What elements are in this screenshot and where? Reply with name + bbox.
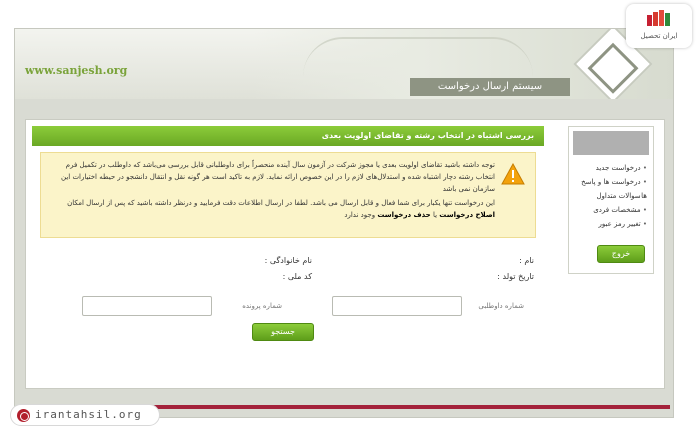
notice-line-1: توجه داشته باشید تقاضای اولویت بعدی یا م… xyxy=(61,161,495,193)
warning-icon xyxy=(501,163,525,185)
applicant-number-input[interactable] xyxy=(332,296,462,316)
sidebar-user-header xyxy=(573,131,649,155)
delete-request-bold: حذف درخواست xyxy=(377,211,431,219)
sidebar-menu: درخواست جدید درخواست ها و پاسخ ها سوالات… xyxy=(569,159,653,233)
system-title: سیستم ارسال درخواست xyxy=(410,78,570,96)
site-banner: www.sanjesh.org سیستم ارسال درخواست xyxy=(15,29,673,99)
birth-date-label: تاریخ تولد : xyxy=(497,272,534,281)
name-label: نام : xyxy=(519,256,534,265)
case-number-label: شماره پرونده xyxy=(242,302,282,310)
notice-line-2: این درخواست تنها یکبار برای شما فعال و ق… xyxy=(67,199,495,219)
sidebar-item-profile[interactable]: مشخصات فردی xyxy=(575,203,647,217)
sidebar: درخواست جدید درخواست ها و پاسخ ها سوالات… xyxy=(568,126,654,274)
panel-title: بررسی اشتباه در انتخاب رشته و تقاضای اول… xyxy=(32,126,544,146)
footer-accent-bar xyxy=(150,405,670,409)
content-area: درخواست جدید درخواست ها و پاسخ ها سوالات… xyxy=(25,119,665,389)
site-url[interactable]: www.sanjesh.org xyxy=(25,64,127,77)
app-window: www.sanjesh.org سیستم ارسال درخواست درخو… xyxy=(14,28,674,418)
sidebar-item-faq[interactable]: سوالات متداول xyxy=(575,189,647,203)
sidebar-item-new-request[interactable]: درخواست جدید xyxy=(575,161,647,175)
sidebar-item-requests-responses[interactable]: درخواست ها و پاسخ ها xyxy=(575,175,647,200)
sidebar-item-change-password[interactable]: تغییر رمز عبور xyxy=(575,217,647,231)
globe-icon xyxy=(17,409,30,422)
logo-brand-text: ایران تحصیل xyxy=(640,32,678,40)
notice-text: توجه داشته باشید تقاضای اولویت بعدی یا م… xyxy=(49,159,495,223)
irantahsil-logo: ایران تحصیل xyxy=(626,4,692,48)
notice-box: توجه داشته باشید تقاضای اولویت بعدی یا م… xyxy=(40,152,536,238)
main-panel: بررسی اشتباه در انتخاب رشته و تقاضای اول… xyxy=(32,126,544,384)
case-number-input[interactable] xyxy=(82,296,212,316)
applicant-number-label: شماره داوطلبی xyxy=(478,302,524,310)
exit-button[interactable]: خروج xyxy=(597,245,645,263)
national-code-label: کد ملی : xyxy=(282,272,312,281)
family-name-label: نام خانوادگی : xyxy=(264,256,312,265)
watermark-pill: irantahsil.org xyxy=(10,404,160,426)
edit-request-bold: اصلاح درخواست xyxy=(439,211,495,219)
watermark-url: irantahsil.org xyxy=(35,408,142,421)
books-icon xyxy=(647,10,670,26)
search-button[interactable]: جستجو xyxy=(252,323,314,341)
